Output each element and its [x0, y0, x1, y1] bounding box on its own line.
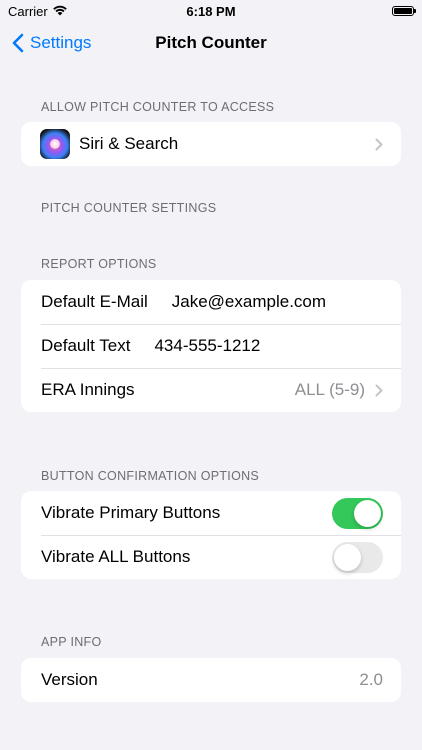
- version-value: 2.0: [359, 670, 383, 689]
- version-row: Version 2.0: [21, 658, 401, 702]
- vibrate-primary-row: Vibrate Primary Buttons: [21, 491, 401, 535]
- siri-search-row[interactable]: Siri & Search: [21, 122, 401, 166]
- vibrate-primary-toggle[interactable]: [332, 497, 383, 529]
- default-email-row[interactable]: Default E-Mail Jake@example.com: [21, 280, 401, 324]
- section-header-button-confirmation: BUTTON CONFIRMATION OPTIONS: [41, 469, 260, 483]
- vibrate-all-row: Vibrate ALL Buttons: [21, 535, 401, 579]
- app-info-group: Version 2.0: [21, 658, 401, 702]
- era-innings-row[interactable]: ERA Innings ALL (5-9): [21, 368, 401, 412]
- default-email-label: Default E-Mail: [41, 292, 148, 311]
- era-innings-label: ERA Innings: [41, 380, 135, 399]
- status-bar: Carrier 6:18 PM: [0, 0, 422, 24]
- vibrate-primary-label: Vibrate Primary Buttons: [41, 503, 221, 522]
- report-options-group: Default E-Mail Jake@example.com Default …: [21, 280, 401, 412]
- default-text-label: Default Text: [41, 336, 131, 355]
- default-text-value[interactable]: 434-555-1212: [154, 336, 260, 356]
- section-header-pitch-counter-settings: PITCH COUNTER SETTINGS: [41, 201, 217, 215]
- siri-icon: [40, 129, 70, 159]
- chevron-right-icon: [375, 138, 383, 150]
- vibrate-all-label: Vibrate ALL Buttons: [41, 547, 191, 566]
- status-time: 6:18 PM: [186, 4, 236, 19]
- button-confirmation-group: Vibrate Primary Buttons Vibrate ALL Butt…: [21, 491, 401, 579]
- chevron-right-icon: [375, 384, 383, 396]
- default-email-value[interactable]: Jake@example.com: [172, 292, 326, 312]
- section-header-report-options: REPORT OPTIONS: [41, 257, 157, 271]
- siri-search-label: Siri & Search: [79, 134, 179, 153]
- page-title: Pitch Counter: [155, 33, 267, 52]
- version-label: Version: [41, 670, 98, 689]
- battery-icon: [392, 6, 416, 16]
- section-header-access: ALLOW PITCH COUNTER TO ACCESS: [41, 100, 275, 114]
- access-group: Siri & Search: [21, 122, 401, 166]
- era-innings-value: ALL (5-9): [294, 380, 365, 399]
- section-header-app-info: APP INFO: [41, 635, 102, 649]
- vibrate-all-toggle[interactable]: [332, 541, 383, 573]
- default-text-row[interactable]: Default Text 434-555-1212: [21, 324, 401, 368]
- navigation-bar: Settings Pitch Counter: [0, 26, 422, 60]
